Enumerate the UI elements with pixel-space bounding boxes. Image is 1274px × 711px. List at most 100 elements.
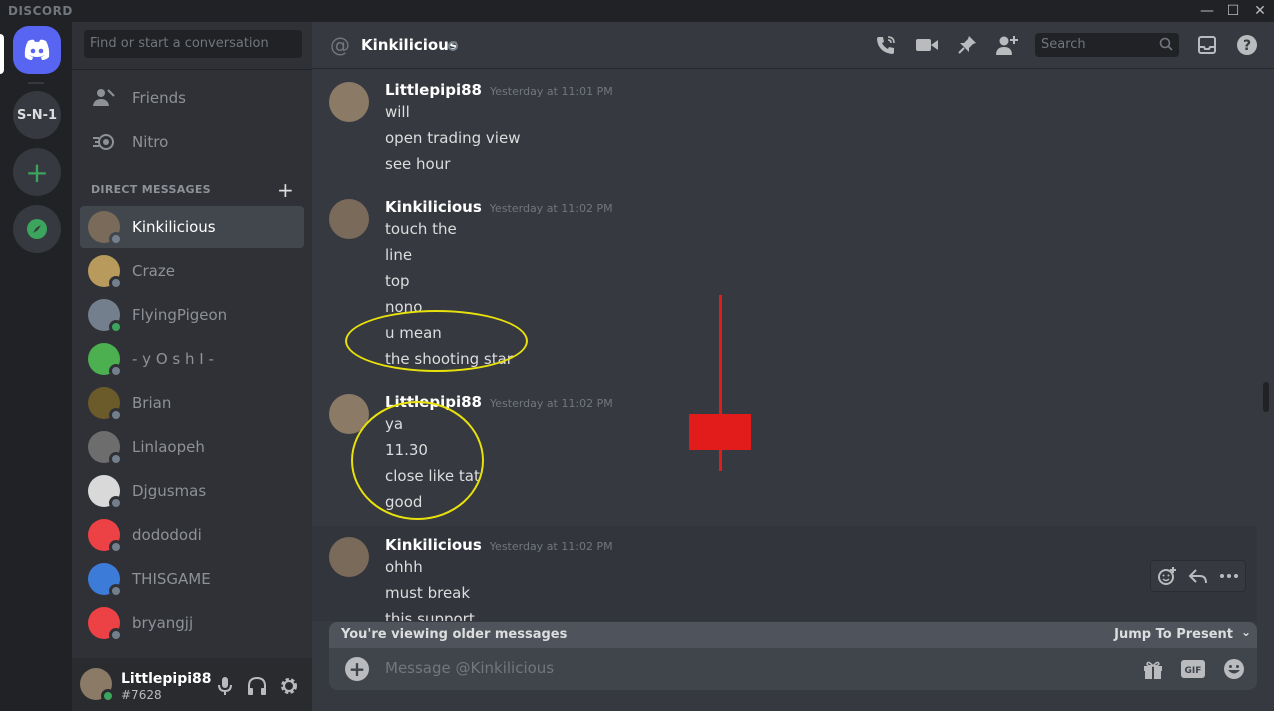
dm-item[interactable]: Djgusmas — [80, 470, 304, 512]
add-server-button[interactable]: + — [13, 148, 61, 196]
message-text: must break — [385, 584, 471, 602]
nav-friends-label: Friends — [132, 89, 186, 107]
svg-text:GIF: GIF — [1185, 666, 1202, 676]
upload-button[interactable]: + — [345, 657, 369, 681]
friends-icon — [92, 86, 116, 110]
mute-button[interactable] — [213, 674, 237, 698]
message-list: Littlepipi88 Yesterday at 11:01 PM will ope… — [312, 70, 1274, 621]
dm-item[interactable]: Kinkilicious — [80, 206, 304, 248]
dm-name: dodododi — [132, 526, 202, 544]
chat-search-input[interactable]: Search — [1035, 33, 1179, 57]
older-messages-notice: You're viewing older messages — [341, 627, 568, 642]
explore-servers-button[interactable] — [13, 205, 61, 253]
start-voice-call-button[interactable] — [874, 33, 898, 57]
annotation-circle-close — [351, 401, 484, 520]
dm-item[interactable]: bryangjj — [80, 602, 304, 644]
message-text: this support — [385, 610, 475, 621]
chat-search-placeholder: Search — [1041, 37, 1086, 52]
dm-name: Craze — [132, 262, 175, 280]
add-reaction-icon[interactable] — [1157, 566, 1177, 586]
dm-item[interactable]: - y O s h I - — [80, 338, 304, 380]
message-author-name[interactable]: Kinkilicious — [385, 198, 482, 216]
minimize-button[interactable]: — — [1193, 1, 1221, 21]
dm-avatar — [88, 431, 123, 466]
user-name: Littlepipi88 — [121, 671, 212, 687]
jump-to-present-button[interactable]: Jump To Present — [1114, 627, 1233, 642]
discord-logo-icon — [24, 39, 50, 60]
inbox-icon — [1198, 36, 1216, 54]
dm-item[interactable]: FlyingPigeon — [80, 294, 304, 336]
dm-status-dot — [109, 496, 123, 510]
dm-search-input[interactable]: Find or start a conversation — [84, 30, 302, 58]
user-avatar[interactable] — [80, 668, 115, 703]
dm-status-dot — [109, 320, 123, 334]
annotation-circle-shooting-star — [345, 310, 528, 372]
message-author-avatar[interactable] — [329, 82, 369, 122]
more-options-icon[interactable] — [1219, 573, 1239, 579]
user-tag: #7628 — [121, 688, 162, 702]
dm-avatar — [88, 475, 123, 510]
message-text: top — [385, 272, 410, 290]
dm-status-dot — [109, 408, 123, 422]
message-actions-toolbar — [1150, 560, 1246, 592]
gift-icon — [1144, 661, 1162, 679]
dm-name: FlyingPigeon — [132, 306, 228, 324]
message-scrollbar[interactable] — [1263, 382, 1269, 412]
dm-item[interactable]: Craze — [80, 250, 304, 292]
dm-name: Brian — [132, 394, 172, 412]
dm-status-dot — [109, 364, 123, 378]
maximize-button[interactable]: ☐ — [1219, 1, 1247, 21]
gift-button[interactable] — [1141, 657, 1165, 681]
help-icon: ? — [1237, 35, 1257, 55]
dm-name: - y O s h I - — [132, 350, 214, 368]
message-composer[interactable]: + Message @Kinkilicious GIF — [329, 648, 1257, 690]
gif-button[interactable]: GIF — [1181, 657, 1205, 681]
message-text: open trading view — [385, 129, 521, 147]
dm-item[interactable]: Brian — [80, 382, 304, 424]
pinned-messages-button[interactable] — [955, 33, 979, 57]
close-button[interactable]: ✕ — [1246, 1, 1274, 21]
dm-status-dot — [109, 628, 123, 642]
deafen-button[interactable] — [245, 674, 269, 698]
at-icon: @ — [330, 33, 350, 57]
dm-name: Kinkilicious — [132, 218, 216, 236]
message-timestamp: Yesterday at 11:02 PM — [489, 202, 613, 215]
user-panel: Littlepipi88 #7628 — [72, 658, 312, 711]
nav-friends[interactable]: Friends — [80, 77, 304, 119]
inbox-button[interactable] — [1195, 33, 1219, 57]
svg-text:?: ? — [1243, 38, 1251, 54]
message-author-name[interactable]: Littlepipi88 — [385, 81, 482, 99]
chevron-down-icon[interactable]: ⌄ — [1241, 625, 1251, 639]
message-author-avatar[interactable] — [329, 537, 369, 577]
dm-avatar — [88, 563, 123, 598]
home-button[interactable] — [13, 26, 61, 74]
add-friend-to-dm-button[interactable] — [995, 33, 1019, 57]
message-author-avatar[interactable] — [329, 199, 369, 239]
app-brand: DISCORD — [8, 4, 73, 18]
microphone-icon — [218, 677, 232, 695]
dm-status-dot — [109, 540, 123, 554]
dm-avatar — [88, 519, 123, 554]
dm-item[interactable]: THISGAME — [80, 558, 304, 600]
message-input[interactable]: Message @Kinkilicious — [385, 659, 554, 677]
user-settings-button[interactable] — [277, 674, 301, 698]
nav-nitro[interactable]: Nitro — [80, 121, 304, 163]
message-author-line: Kinkilicious Yesterday at 11:02 PM — [385, 198, 613, 216]
older-messages-bar: You're viewing older messages Jump To Pr… — [329, 622, 1257, 648]
emoji-button[interactable] — [1222, 657, 1246, 681]
message-author-name[interactable]: Kinkilicious — [385, 536, 482, 554]
server-sn1-button[interactable]: S-N-1 — [13, 91, 61, 139]
nitro-icon — [92, 130, 116, 154]
dm-item[interactable]: Linlaopeh — [80, 426, 304, 468]
title-bar: DISCORD — ☐ ✕ — [0, 0, 1274, 22]
reply-icon[interactable] — [1188, 567, 1208, 585]
dm-avatar — [88, 255, 123, 290]
dm-item[interactable]: dodododi — [80, 514, 304, 556]
nav-nitro-label: Nitro — [132, 133, 169, 151]
help-button[interactable]: ? — [1235, 33, 1259, 57]
dm-name: Djgusmas — [132, 482, 207, 500]
create-dm-button[interactable]: + — [277, 178, 294, 202]
start-video-call-button[interactable] — [915, 33, 939, 57]
gif-icon: GIF — [1181, 660, 1205, 678]
dm-name: THISGAME — [132, 570, 211, 588]
